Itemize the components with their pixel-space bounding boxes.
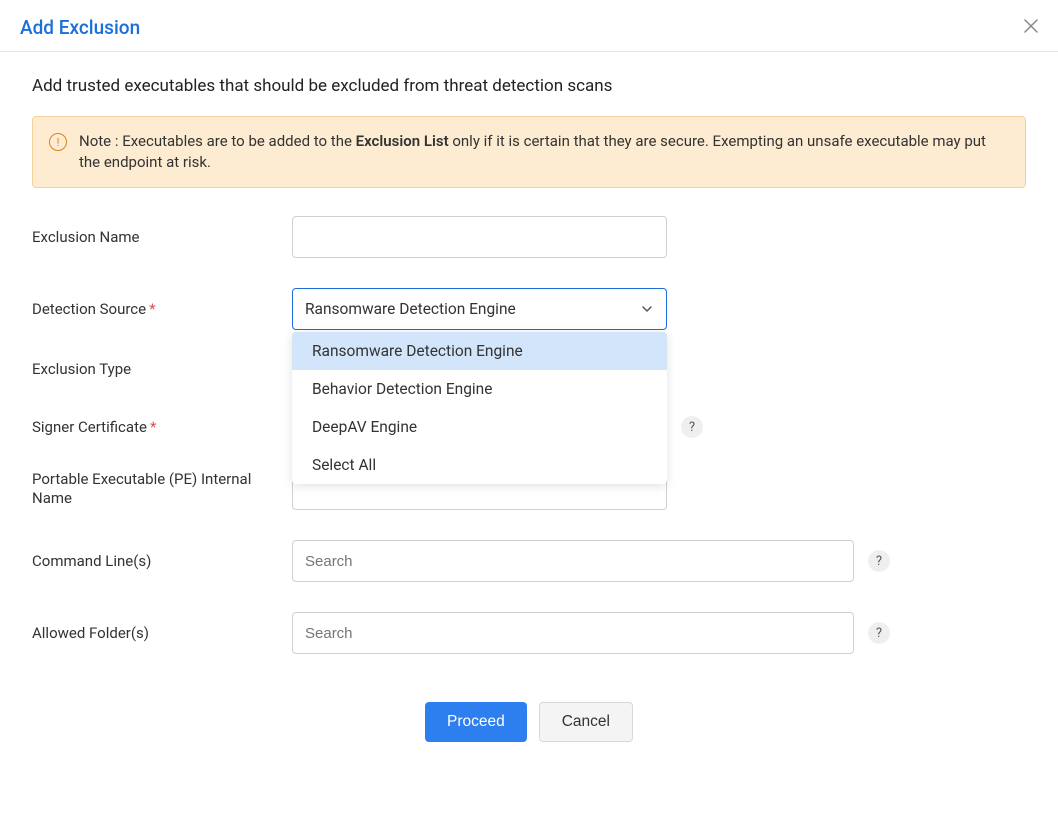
row-detection-source: Detection Source* Ransomware Detection E… <box>32 288 1026 330</box>
required-marker: * <box>149 300 155 318</box>
cancel-button[interactable]: Cancel <box>539 702 633 742</box>
dropdown-option-ransomware[interactable]: Ransomware Detection Engine <box>292 332 667 370</box>
label-allowed-folders: Allowed Folder(s) <box>32 624 292 642</box>
label-exclusion-type: Exclusion Type <box>32 360 292 378</box>
row-allowed-folders: Allowed Folder(s) ? <box>32 612 1026 654</box>
label-signer-certificate: Signer Certificate* <box>32 418 292 436</box>
warning-note: ! Note : Executables are to be added to … <box>32 116 1026 188</box>
label-exclusion-name: Exclusion Name <box>32 228 292 246</box>
chevron-down-icon <box>640 302 654 316</box>
detection-source-select-wrap: Ransomware Detection Engine Ransomware D… <box>292 288 667 330</box>
add-exclusion-dialog: Add Exclusion Add trusted executables th… <box>0 0 1058 817</box>
row-exclusion-name: Exclusion Name <box>32 216 1026 258</box>
dropdown-option-select-all[interactable]: Select All <box>292 446 667 484</box>
command-lines-input[interactable] <box>292 540 854 582</box>
help-icon[interactable]: ? <box>868 550 890 572</box>
warning-icon: ! <box>49 133 67 151</box>
allowed-folders-input[interactable] <box>292 612 854 654</box>
detection-source-dropdown: Ransomware Detection Engine Behavior Det… <box>292 332 667 484</box>
dialog-header: Add Exclusion <box>0 0 1058 52</box>
dialog-footer: Proceed Cancel <box>32 684 1026 772</box>
detection-source-value: Ransomware Detection Engine <box>305 300 516 318</box>
label-command-lines: Command Line(s) <box>32 552 292 570</box>
detection-source-select[interactable]: Ransomware Detection Engine <box>292 288 667 330</box>
warning-text: Note : Executables are to be added to th… <box>79 131 1009 173</box>
exclusion-name-input[interactable] <box>292 216 667 258</box>
note-bold: Exclusion List <box>356 132 449 150</box>
close-icon[interactable] <box>1024 19 1038 37</box>
dialog-body: Add trusted executables that should be e… <box>0 52 1058 817</box>
dropdown-option-behavior[interactable]: Behavior Detection Engine <box>292 370 667 408</box>
label-detection-source: Detection Source* <box>32 300 292 318</box>
row-command-lines: Command Line(s) ? <box>32 540 1026 582</box>
dialog-title: Add Exclusion <box>20 16 140 39</box>
proceed-button[interactable]: Proceed <box>425 702 527 742</box>
note-prefix: Note : Executables are to be added to th… <box>79 132 356 150</box>
help-icon[interactable]: ? <box>868 622 890 644</box>
dropdown-option-deepav[interactable]: DeepAV Engine <box>292 408 667 446</box>
label-pe-internal-name: Portable Executable (PE) Internal Name <box>32 470 292 509</box>
dialog-subtitle: Add trusted executables that should be e… <box>32 76 1026 96</box>
required-marker: * <box>150 418 156 436</box>
help-icon[interactable]: ? <box>681 416 703 438</box>
